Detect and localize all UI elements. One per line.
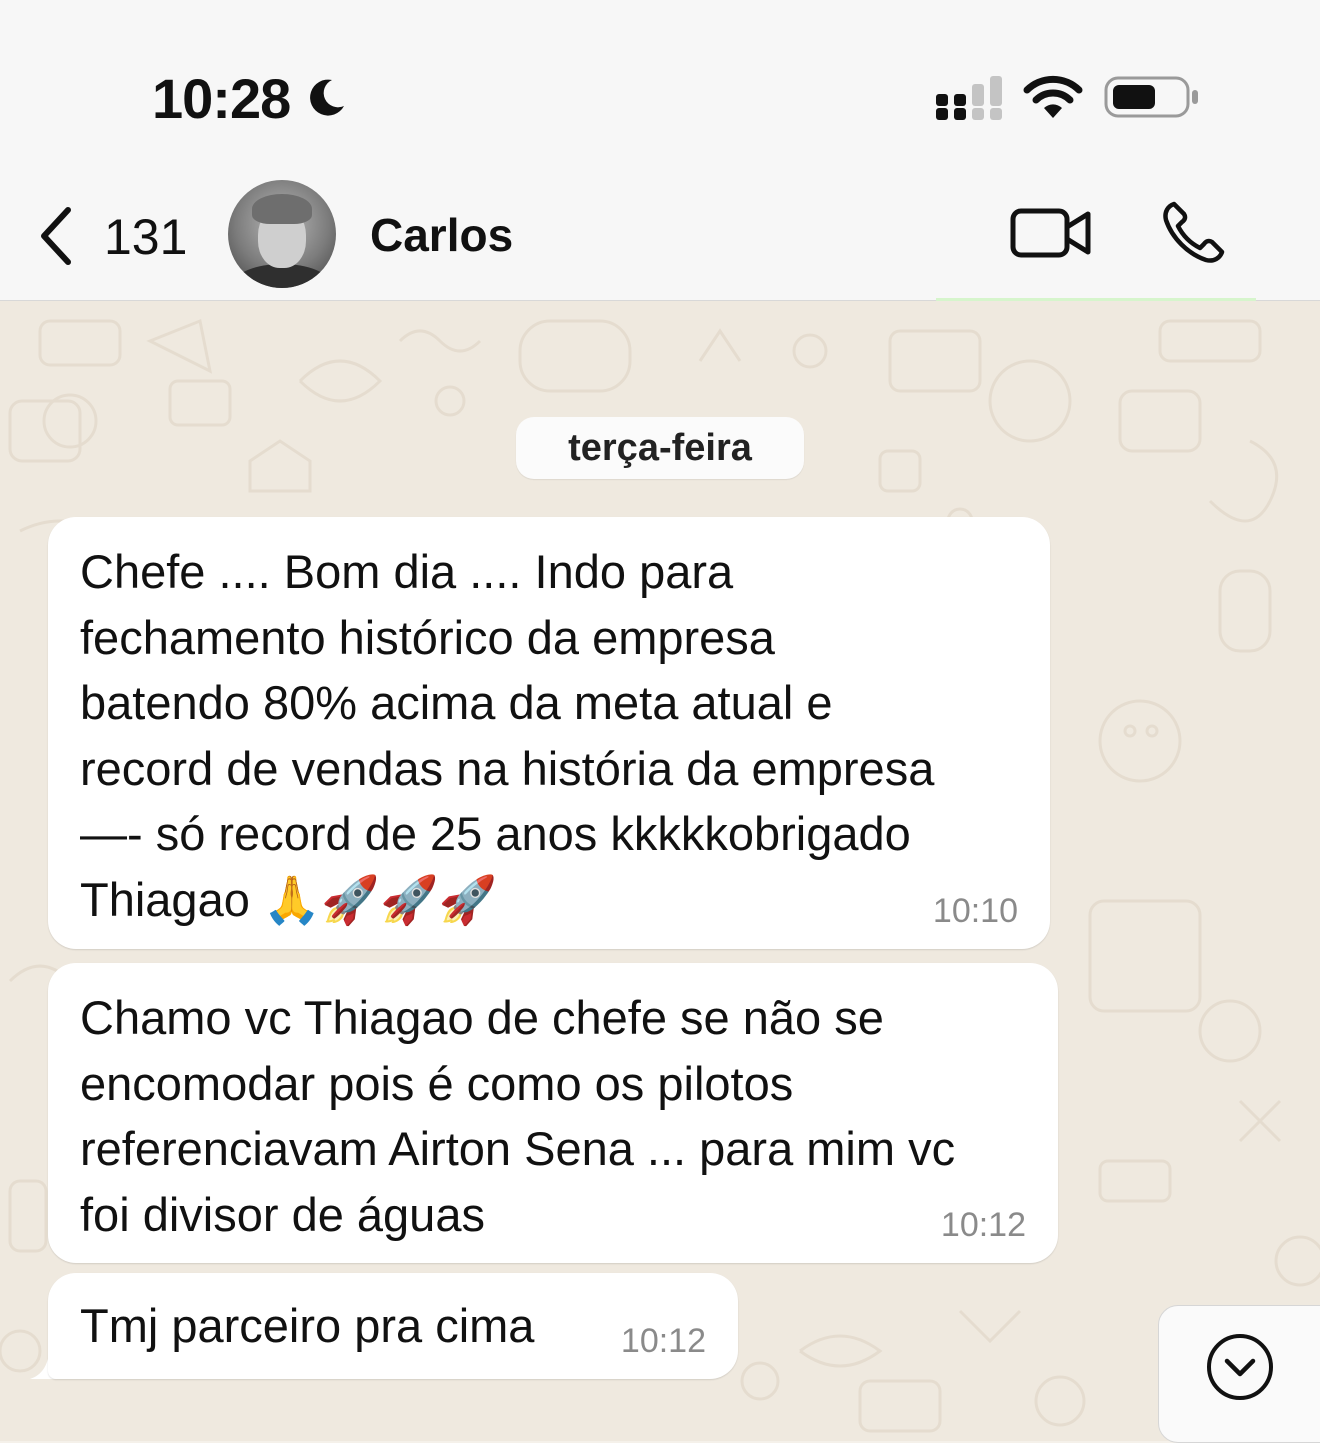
- message-text: Chamo vc Thiagao de chefe se não se enco…: [80, 991, 956, 1241]
- battery-icon: [1104, 76, 1198, 118]
- date-divider: terça-feira: [516, 417, 804, 479]
- back-unread-count[interactable]: 131: [104, 208, 187, 266]
- top-bar: 10:28 131 Carlos: [0, 0, 1320, 301]
- scroll-to-bottom-button[interactable]: [1158, 1305, 1320, 1443]
- avatar[interactable]: [228, 180, 336, 288]
- message-timestamp: 10:10: [932, 892, 1018, 930]
- phone-icon[interactable]: [1160, 200, 1226, 266]
- message-text: Tmj parceiro pra cima: [80, 1299, 535, 1352]
- moon-icon: [310, 79, 344, 116]
- message-text: Chefe .... Bom dia .... Indo para fecham…: [80, 545, 935, 926]
- message-bubble[interactable]: Chamo vc Thiagao de chefe se não se enco…: [48, 963, 1058, 1263]
- chevron-down-circle-icon: [1207, 1334, 1273, 1400]
- message-bubble[interactable]: Chefe .... Bom dia .... Indo para fecham…: [48, 517, 1050, 949]
- contact-name[interactable]: Carlos: [370, 208, 513, 262]
- video-call-icon[interactable]: [1010, 206, 1092, 260]
- message-bubble[interactable]: Tmj parceiro pra cima 10:12: [48, 1273, 738, 1379]
- cellular-signal-icon: [936, 76, 1002, 120]
- chat-area[interactable]: terça-feira Chefe .... Bom dia .... Indo…: [0, 301, 1320, 1443]
- wifi-icon: [1023, 75, 1083, 118]
- message-timestamp: 10:12: [620, 1322, 706, 1360]
- chevron-left-icon[interactable]: [36, 206, 76, 266]
- avatar-hair: [252, 194, 312, 224]
- message-timestamp: 10:12: [940, 1206, 1026, 1244]
- status-time: 10:28: [152, 67, 291, 130]
